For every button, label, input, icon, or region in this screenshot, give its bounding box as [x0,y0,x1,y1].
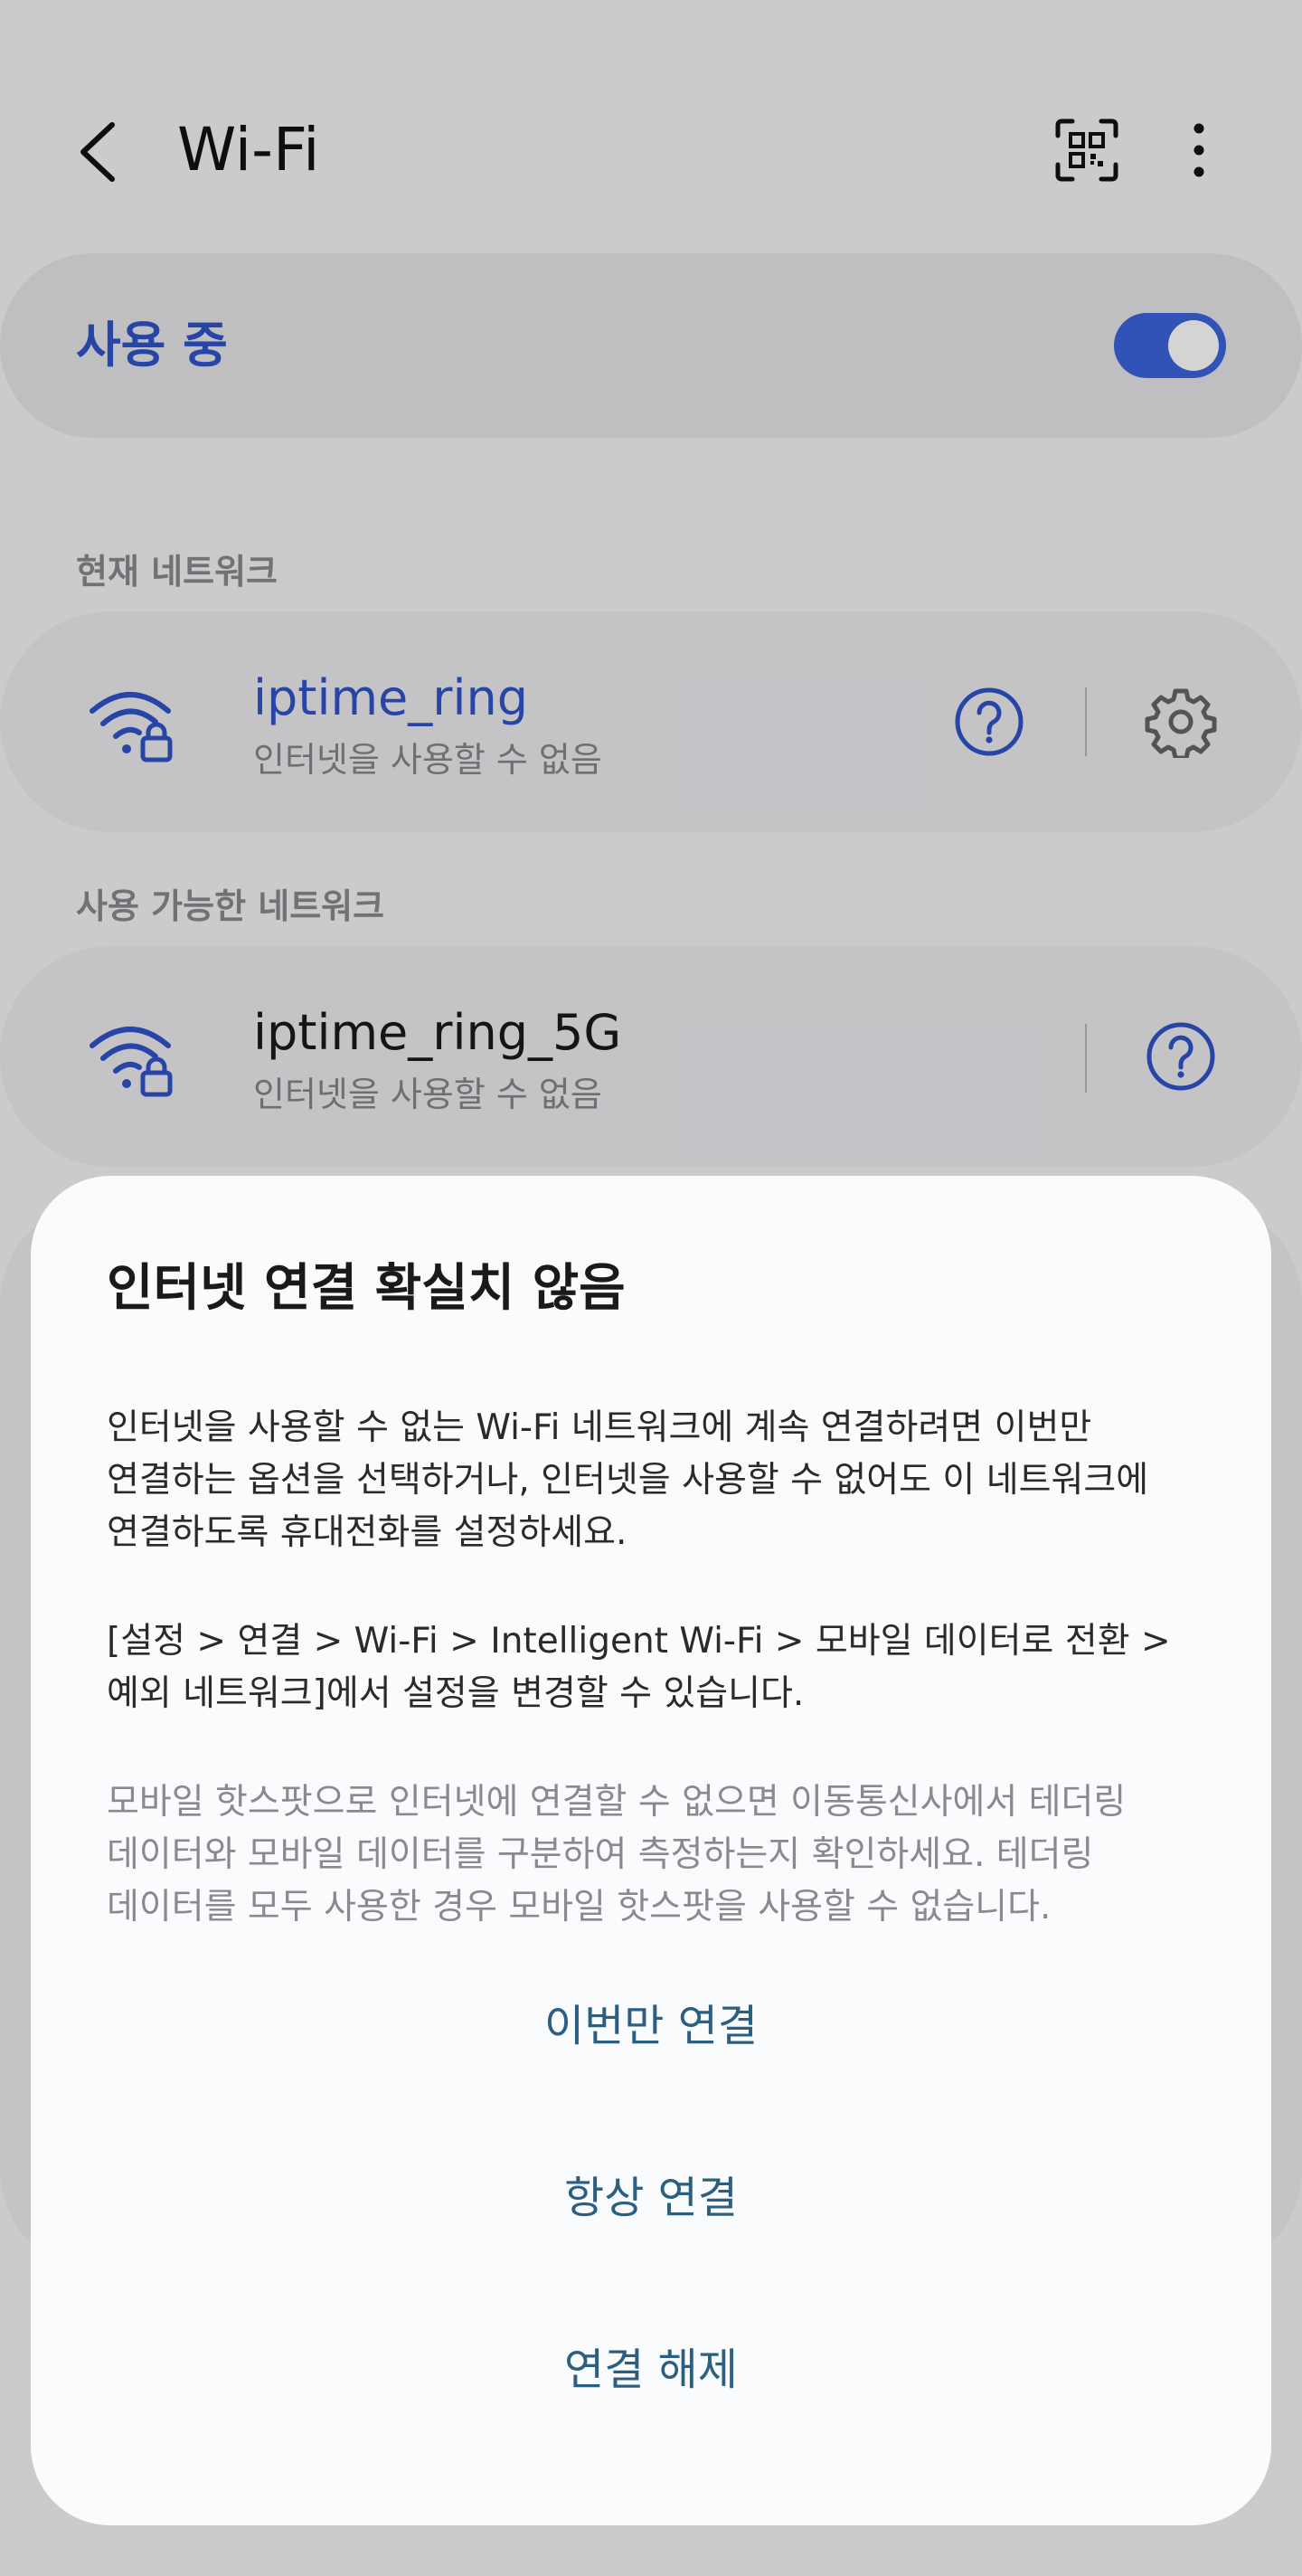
internet-unstable-dialog: 인터넷 연결 확실치 않음 인터넷을 사용할 수 없는 Wi-Fi 네트워크에 … [31,1176,1271,2525]
dialog-paragraph-1: 인터넷을 사용할 수 없는 Wi-Fi 네트워크에 계속 연결하려면 이번만 연… [107,1407,1149,1553]
wifi-settings-screen: Wi-Fi 사용 중 현재 네트워크 iptime_ring 인터넷을 사용할 … [0,0,1302,2576]
dialog-paragraph-2: [설정 > 연결 > Wi-Fi > Intelligent Wi-Fi > 모… [107,1621,1171,1714]
dialog-title: 인터넷 연결 확실치 않음 [107,1259,626,1318]
connect-once-button[interactable]: 이번만 연결 [107,1954,1195,2089]
always-connect-button[interactable]: 항상 연결 [107,2126,1195,2261]
disconnect-button[interactable]: 연결 해제 [107,2297,1195,2433]
dialog-paragraph-3: 모바일 핫스팟으로 인터넷에 연결할 수 없으면 이동통신사에서 테더링 데이터… [107,1782,1127,1927]
